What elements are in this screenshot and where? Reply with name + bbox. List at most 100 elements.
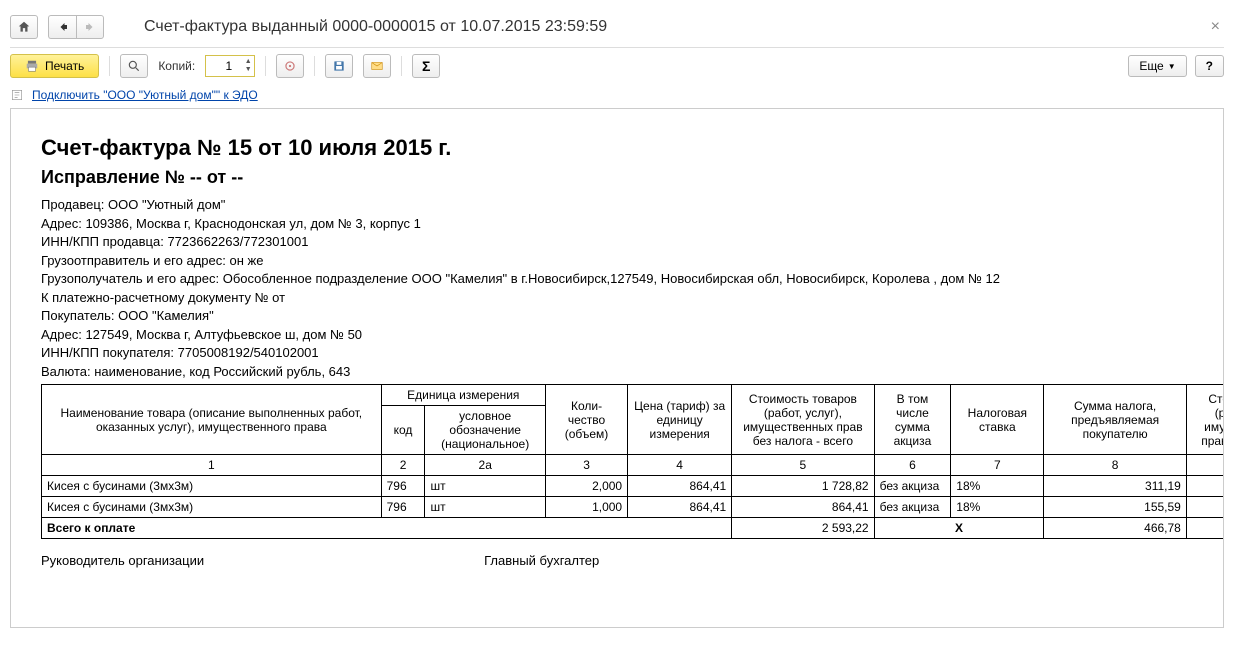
- cell-cost: 864,41: [732, 497, 874, 518]
- print-label: Печать: [45, 59, 84, 73]
- seller-inn-line: ИНН/КПП продавца: 7723662263/772301001: [41, 233, 1193, 251]
- envelope-icon: [370, 59, 384, 73]
- buyer-addr-line: Адрес: 127549, Москва г, Алтуфьевское ш,…: [41, 326, 1193, 344]
- more-label: Еще: [1139, 59, 1163, 73]
- cell-tax: 311,19: [1044, 476, 1186, 497]
- sum-button[interactable]: Σ: [412, 54, 440, 78]
- cell-code: 796: [381, 476, 425, 497]
- close-button[interactable]: ×: [1207, 18, 1224, 36]
- chevron-down-icon: ▼: [1168, 62, 1176, 71]
- doc-title: Счет-фактура № 15 от 10 июля 2015 г.: [41, 135, 1193, 161]
- total-cost: 2 593,22: [732, 518, 874, 539]
- save-button[interactable]: [325, 54, 353, 78]
- arrow-left-icon: [57, 21, 69, 33]
- cell-price: 864,41: [628, 497, 732, 518]
- th-tax-rate: Налоговая ставка: [951, 385, 1044, 455]
- table-row: Кисея с бусинами (3мх3м) 796 шт 1,000 86…: [42, 497, 1225, 518]
- separator: [401, 56, 402, 76]
- email-button[interactable]: [363, 54, 391, 78]
- separator: [314, 56, 315, 76]
- separator: [265, 56, 266, 76]
- total-label: Всего к оплате: [42, 518, 732, 539]
- settings-button[interactable]: [276, 54, 304, 78]
- colnum: 5: [732, 455, 874, 476]
- cell-excise: без акциза: [874, 497, 951, 518]
- spinner-down[interactable]: ▼: [242, 66, 254, 74]
- window-title: Счет-фактура выданный 0000-0000015 от 10…: [114, 18, 1197, 36]
- th-cost-total: Стоимость (работ, у имуществен прав с на…: [1186, 385, 1224, 455]
- magnifier-icon: [127, 59, 141, 73]
- th-unit-name: условное обозначение (национальное): [425, 406, 546, 455]
- more-button[interactable]: Еще ▼: [1128, 55, 1186, 77]
- cell-qty: 2,000: [545, 476, 627, 497]
- cell-cost: 1 728,82: [732, 476, 874, 497]
- copies-input[interactable]: [206, 59, 236, 73]
- th-cost-no-tax: Стоимость товаров (работ, услуг), имущес…: [732, 385, 874, 455]
- footer-left: Руководитель организации: [41, 553, 204, 568]
- home-icon: [17, 20, 31, 34]
- colnum: 6: [874, 455, 951, 476]
- total-tax: 466,78: [1044, 518, 1186, 539]
- cell-rate: 18%: [951, 497, 1044, 518]
- separator: [109, 56, 110, 76]
- paydoc-line: К платежно-расчетному документу № от: [41, 289, 1193, 307]
- edo-icon: [10, 88, 24, 102]
- diskette-icon: [332, 59, 346, 73]
- cell-total: [1186, 476, 1224, 497]
- colnum: 7: [951, 455, 1044, 476]
- cell-price: 864,41: [628, 476, 732, 497]
- print-button[interactable]: Печать: [10, 54, 99, 78]
- cell-name: Кисея с бусинами (3мх3м): [42, 497, 382, 518]
- footer-right: Главный бухгалтер: [484, 553, 599, 568]
- th-unit-code: код: [381, 406, 425, 455]
- seller-line: Продавец: ООО "Уютный дом": [41, 196, 1193, 214]
- spinner-up[interactable]: ▲: [242, 58, 254, 66]
- colnum: 8: [1044, 455, 1186, 476]
- total-x: X: [874, 518, 1044, 539]
- cell-tax: 155,59: [1044, 497, 1186, 518]
- edo-link[interactable]: Подключить "ООО "Уютный дом"" к ЭДО: [32, 88, 258, 102]
- document-pane[interactable]: Счет-фактура № 15 от 10 июля 2015 г. Исп…: [10, 108, 1224, 628]
- cell-qty: 1,000: [545, 497, 627, 518]
- invoice-table: Наименование товара (описание выполненны…: [41, 384, 1224, 539]
- sigma-icon: Σ: [422, 58, 430, 74]
- copies-spinner[interactable]: ▲ ▼: [205, 55, 255, 77]
- consignee-line: Грузополучатель и его адрес: Обособленно…: [41, 270, 1193, 288]
- cell-rate: 18%: [951, 476, 1044, 497]
- th-price: Цена (тариф) за единицу измерения: [628, 385, 732, 455]
- total-blank: [1186, 518, 1224, 539]
- printer-icon: [25, 59, 39, 73]
- seller-addr-line: Адрес: 109386, Москва г, Краснодонская у…: [41, 215, 1193, 233]
- copies-label: Копий:: [158, 59, 195, 73]
- help-button[interactable]: ?: [1195, 55, 1224, 77]
- cell-code: 796: [381, 497, 425, 518]
- forward-button[interactable]: [76, 15, 104, 39]
- buyer-inn-line: ИНН/КПП покупателя: 7705008192/540102001: [41, 344, 1193, 362]
- colnum: 3: [545, 455, 627, 476]
- colnum: 2а: [425, 455, 546, 476]
- colnum: 1: [42, 455, 382, 476]
- th-excise: В том числе сумма акциза: [874, 385, 951, 455]
- table-row: Кисея с бусинами (3мх3м) 796 шт 2,000 86…: [42, 476, 1225, 497]
- colnum: 9: [1186, 455, 1224, 476]
- cell-unit: шт: [425, 476, 546, 497]
- colnum: 4: [628, 455, 732, 476]
- arrow-right-icon: [84, 21, 96, 33]
- buyer-line: Покупатель: ООО "Камелия": [41, 307, 1193, 325]
- back-button[interactable]: [48, 15, 76, 39]
- currency-line: Валюта: наименование, код Российский руб…: [41, 363, 1193, 381]
- cell-name: Кисея с бусинами (3мх3м): [42, 476, 382, 497]
- preview-button[interactable]: [120, 54, 148, 78]
- cell-unit: шт: [425, 497, 546, 518]
- th-qty: Коли- чество (объем): [545, 385, 627, 455]
- cell-total: [1186, 497, 1224, 518]
- th-name: Наименование товара (описание выполненны…: [42, 385, 382, 455]
- gear-icon: [283, 59, 297, 73]
- table-total-row: Всего к оплате 2 593,22 X 466,78: [42, 518, 1225, 539]
- shipper-line: Грузоотправитель и его адрес: он же: [41, 252, 1193, 270]
- doc-subtitle: Исправление № -- от --: [41, 167, 1193, 188]
- home-button[interactable]: [10, 15, 38, 39]
- cell-excise: без акциза: [874, 476, 951, 497]
- colnum: 2: [381, 455, 425, 476]
- th-tax-sum: Сумма налога, предъявляемая покупателю: [1044, 385, 1186, 455]
